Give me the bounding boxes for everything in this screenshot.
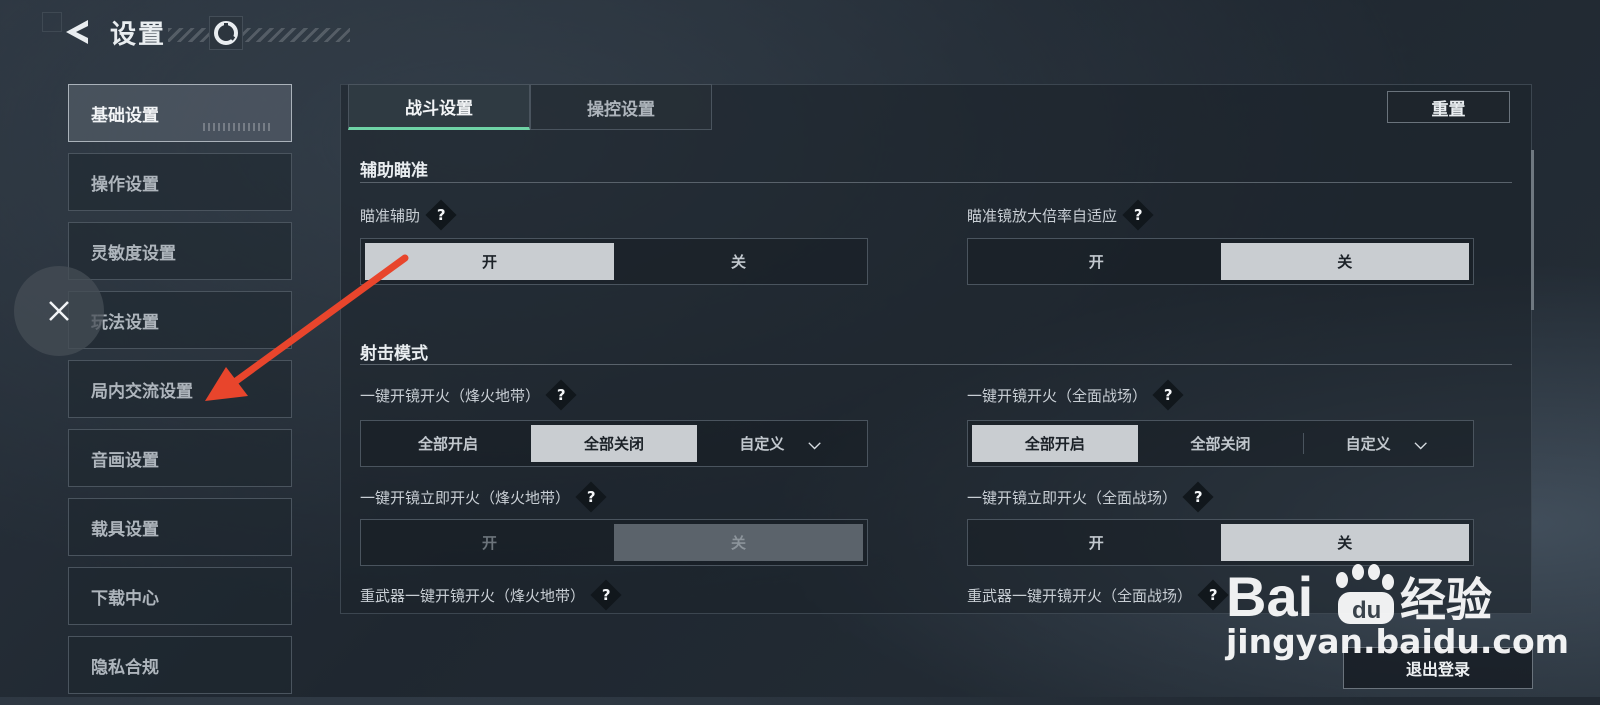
baidu-watermark: Bai du 经验 (1226, 560, 1512, 682)
svg-text:du: du (1352, 597, 1381, 624)
watermark-url: jingyan.baidu.com (1226, 622, 1570, 661)
watermark-brand2: 经验 (1400, 573, 1492, 627)
baidu-paw-logo-icon: Bai du 经验 (1226, 564, 1492, 628)
watermark-brand: Bai (1226, 565, 1313, 628)
